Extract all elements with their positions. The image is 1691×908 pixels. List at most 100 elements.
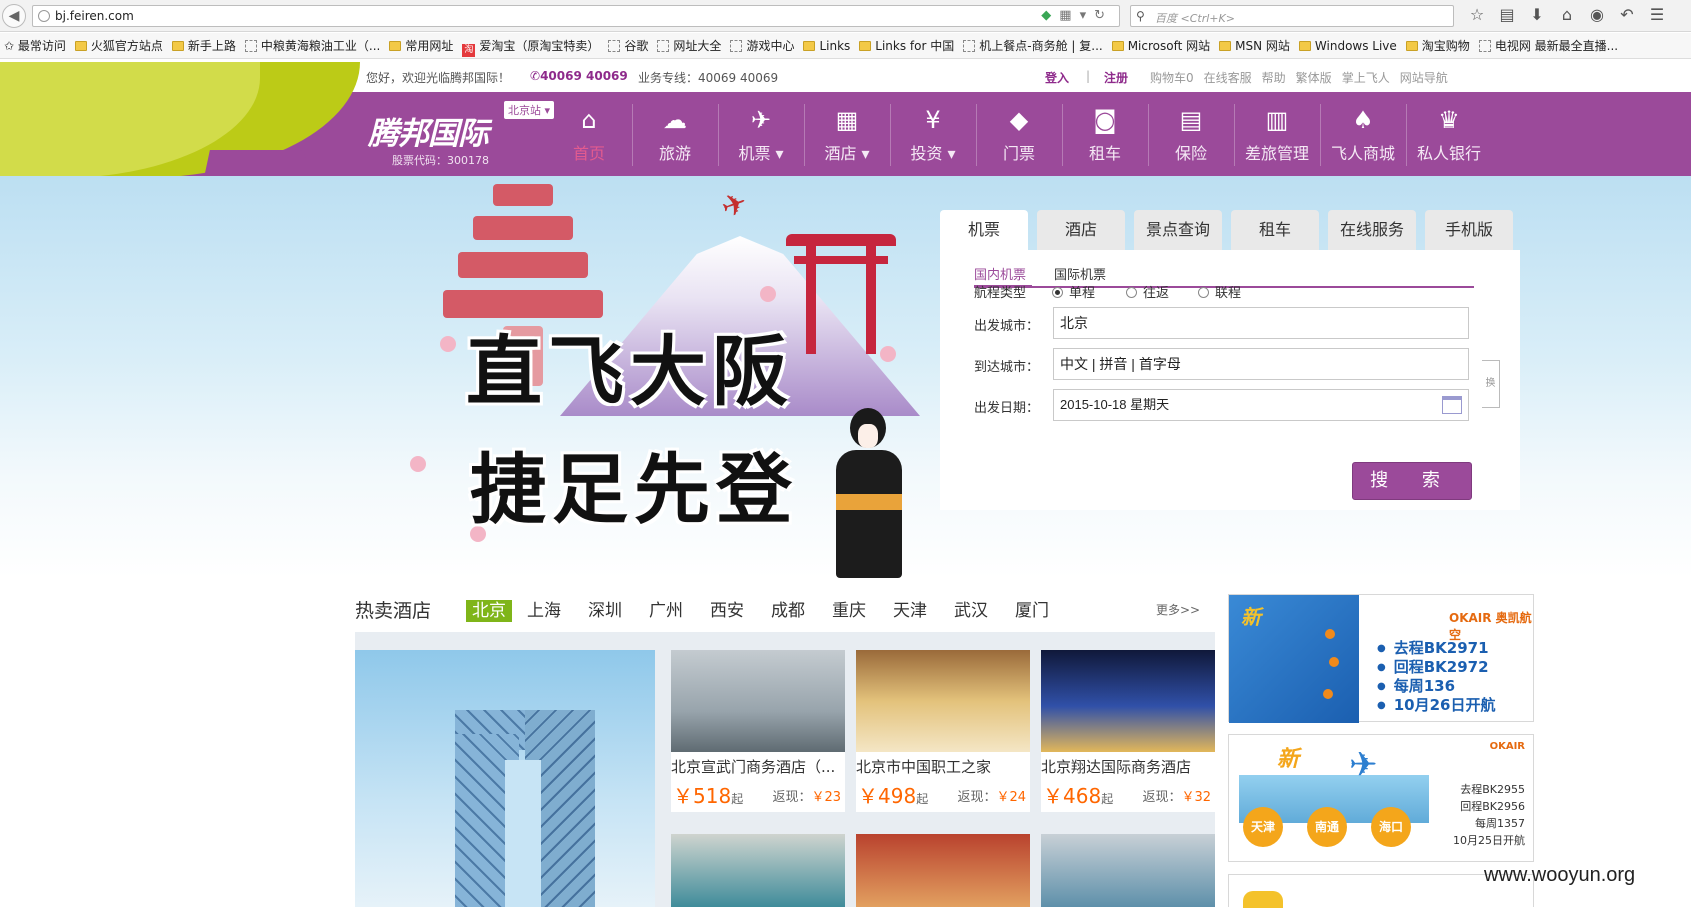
hotel-name[interactable]: 北京宣武门商务酒店（...	[671, 756, 845, 777]
bookmark-item[interactable]: 火狐官方站点	[74, 33, 163, 58]
nav-item[interactable]: ¥ 投资 ▾	[890, 92, 976, 176]
bookmark-item[interactable]: 新手上路	[171, 33, 236, 58]
search-tab[interactable]: 手机版	[1425, 210, 1513, 250]
hotel-image[interactable]	[671, 650, 845, 752]
radio-round-trip[interactable]: 往返	[1126, 282, 1169, 301]
nav-item[interactable]: ◆ 门票	[976, 92, 1062, 176]
nav-item[interactable]: ☁ 旅游	[632, 92, 718, 176]
topbar-link[interactable]: 繁体版	[1296, 71, 1332, 85]
menu-icon[interactable]: ☰	[1642, 5, 1672, 24]
nav-item[interactable]: ▤ 保险	[1148, 92, 1234, 176]
nav-item[interactable]: ♠ 飞人商城	[1320, 92, 1406, 176]
flight-search-button[interactable]: 搜 索	[1352, 462, 1472, 500]
register-link[interactable]: 注册	[1104, 69, 1128, 86]
city-tab[interactable]: 武汉	[954, 596, 1015, 621]
site-logo[interactable]: 腾邦国际	[368, 108, 489, 153]
tab-international-flight[interactable]: 国际机票	[1054, 264, 1106, 283]
city-tab[interactable]: 上海	[527, 596, 588, 621]
hotel-card[interactable]: 北京市中国职工之家 ￥498起 返现：￥24	[856, 650, 1030, 812]
calendar-icon[interactable]	[1442, 396, 1462, 414]
city-tab[interactable]: 北京	[466, 596, 527, 622]
login-link[interactable]: 登入	[1045, 69, 1069, 86]
featured-hotel-image[interactable]	[355, 650, 655, 907]
bookmark-item[interactable]: 常用网址	[389, 33, 453, 58]
topbar-link[interactable]: 购物车0	[1150, 71, 1194, 85]
topbar-link[interactable]: 网站导航	[1400, 71, 1448, 85]
bookmark-item[interactable]: 网址大全	[657, 33, 721, 58]
to-city-input[interactable]: 中文 | 拼音 | 首字母	[1053, 348, 1469, 380]
topbar-link[interactable]: 掌上飞人	[1342, 71, 1390, 85]
topbar-link[interactable]: 帮助	[1262, 71, 1286, 85]
bookmark-item[interactable]: 机上餐点-商务舱 | 复...	[963, 33, 1103, 58]
reload-icon[interactable]: ↻	[1094, 8, 1113, 23]
hotel-image[interactable]	[1041, 650, 1215, 752]
nav-item[interactable]: ♛ 私人银行	[1406, 92, 1492, 176]
tab-domestic-flight[interactable]: 国内机票	[974, 264, 1033, 288]
swap-cities-button[interactable]: 换	[1482, 360, 1500, 408]
search-tab[interactable]: 租车	[1231, 210, 1319, 250]
from-city-input[interactable]: 北京	[1053, 307, 1469, 339]
bookmark-item[interactable]: MSN 网站	[1219, 33, 1290, 58]
city-tab[interactable]: 天津	[893, 596, 954, 621]
radio-multi-city[interactable]: 联程	[1198, 282, 1241, 301]
dropdown-icon[interactable]: ▾	[1080, 8, 1095, 23]
basket-icon: ♠	[1352, 106, 1374, 134]
clipboard-icon[interactable]: ▤	[1492, 5, 1522, 24]
departure-date-input[interactable]: 2015-10-18 星期天	[1053, 389, 1469, 421]
search-tab[interactable]: 机票	[940, 210, 1028, 252]
search-tab[interactable]: 景点查询	[1134, 210, 1222, 250]
topbar-link[interactable]: 在线客服	[1204, 71, 1252, 85]
bookmark-item[interactable]: 中粮黄海粮油工业（...	[244, 33, 380, 58]
hotel-image-restaurant[interactable]	[856, 834, 1030, 907]
bookmark-item[interactable]: Windows Live	[1298, 33, 1397, 58]
address-bar[interactable]: bj.feiren.com ◆▦▾↻	[32, 5, 1120, 27]
bookmark-item[interactable]: 淘宝购物	[1405, 33, 1470, 58]
search-tab[interactable]: 酒店	[1037, 210, 1125, 250]
city-tab[interactable]: 广州	[649, 596, 710, 621]
star-icon[interactable]: ☆	[1462, 5, 1492, 24]
bookmark-item[interactable]: Links	[803, 33, 850, 58]
home-icon[interactable]: ⌂	[1552, 5, 1582, 24]
city-tab[interactable]: 成都	[771, 596, 832, 621]
bookmark-item[interactable]: 谷歌	[608, 33, 648, 58]
bookmark-label: 爱淘宝（原淘宝特卖）	[479, 39, 600, 53]
taobao-icon: 淘	[462, 44, 476, 57]
hotel-name[interactable]: 北京市中国职工之家	[856, 756, 1030, 777]
nav-item[interactable]: ✈ 机票 ▾	[718, 92, 804, 176]
undo-icon[interactable]: ↶	[1612, 5, 1642, 24]
nav-item[interactable]: ◙ 租车	[1062, 92, 1148, 176]
bookmark-item[interactable]: 电视网 最新最全直播...	[1478, 33, 1618, 58]
nav-item[interactable]: ▥ 差旅管理	[1234, 92, 1320, 176]
hotel-name[interactable]: 北京翔达国际商务酒店	[1041, 756, 1215, 777]
browser-search-box[interactable]: ⚲ 百度 <Ctrl+K>	[1130, 5, 1454, 27]
bookmark-item[interactable]: 游戏中心	[730, 33, 795, 58]
bookmark-item[interactable]: Links for 中国	[859, 33, 954, 58]
hotel-image-pool[interactable]	[671, 834, 845, 907]
bookmark-item[interactable]: 淘爱淘宝（原淘宝特卖）	[462, 33, 600, 58]
city-tab[interactable]: 重庆	[832, 596, 893, 621]
hotel-card[interactable]: 北京宣武门商务酒店（... ￥518起 返现：￥23	[671, 650, 845, 812]
ad2-new-route-badge: 新	[1277, 747, 1300, 772]
bookmark-item[interactable]: Microsoft 网站	[1111, 33, 1210, 58]
city-tab[interactable]: 厦门	[1015, 596, 1076, 621]
bookmark-item[interactable]: ✩ 最常访问	[4, 33, 66, 58]
okair-ad-1[interactable]: 新 OKAIR 奥凯航空 去程BK2971回程BK2972每周13610月26日…	[1228, 594, 1534, 723]
download-icon[interactable]: ⬇	[1522, 5, 1552, 24]
search-tab[interactable]: 在线服务	[1328, 210, 1416, 250]
qr-icon[interactable]: ▦	[1059, 8, 1079, 23]
okair-ad-2[interactable]: 新 ✈ OKAIR 天津 南通 海口 去程BK2955 回程BK2956 每周135…	[1228, 734, 1534, 862]
chat-icon[interactable]: ◉	[1582, 5, 1612, 24]
hotel-image-indoor-pool[interactable]	[1041, 834, 1215, 907]
nav-item[interactable]: ⌂ 首页	[546, 92, 632, 176]
city-tab[interactable]: 深圳	[588, 596, 649, 621]
flight-search-panel: 国内机票 国际机票 航程类型 单程 往返 联程 出发城市： 北京 到达城市： 中…	[940, 250, 1520, 510]
hotel-card[interactable]: 北京翔达国际商务酒店 ￥468起 返现：￥32	[1041, 650, 1215, 812]
nav-divider	[976, 104, 977, 166]
more-hotels-link[interactable]: 更多>>	[1156, 601, 1200, 618]
back-button[interactable]: ◀	[2, 4, 26, 28]
bookmark-label: 游戏中心	[746, 39, 795, 53]
hotel-image[interactable]	[856, 650, 1030, 752]
city-tab[interactable]: 西安	[710, 596, 771, 621]
radio-one-way[interactable]: 单程	[1052, 282, 1095, 301]
nav-item[interactable]: ▦ 酒店 ▾	[804, 92, 890, 176]
